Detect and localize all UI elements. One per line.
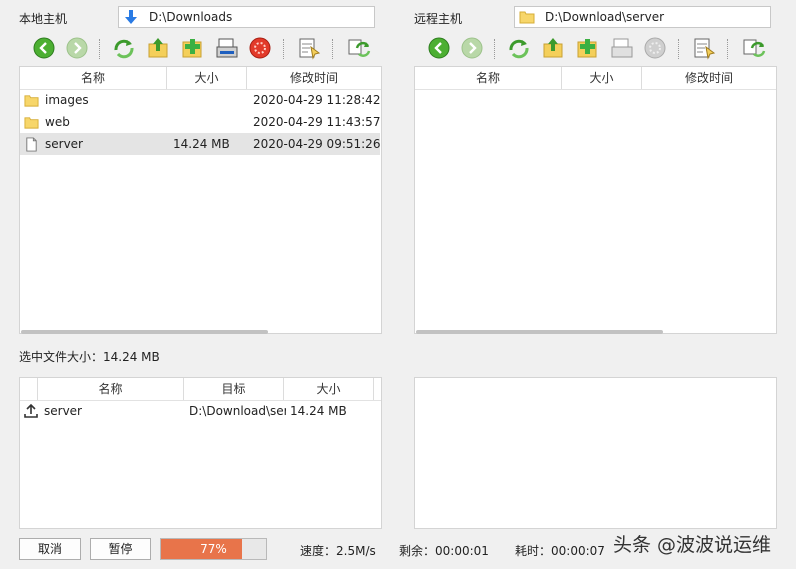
cancel-button[interactable]: 取消: [19, 538, 81, 560]
toolbar-separator: [678, 39, 680, 59]
queue-item-target: D:\Download\ser: [189, 404, 286, 418]
up-folder-icon[interactable]: [541, 36, 565, 60]
back-icon[interactable]: [427, 36, 451, 60]
queue-list-header: 名称 目标 大小: [20, 378, 381, 401]
refresh-icon[interactable]: [507, 36, 531, 60]
toolbar-separator: [494, 39, 496, 59]
column-header-size[interactable]: 大小: [562, 67, 642, 89]
watermark-text: 头条 @波波说运维: [613, 534, 772, 556]
speed-status: 速度：2.5M/s: [300, 544, 376, 558]
file-size: 14.24 MB: [173, 137, 230, 151]
local-path-input[interactable]: D:\Downloads: [118, 6, 375, 28]
back-icon[interactable]: [32, 36, 56, 60]
queue-item-size: 14.24 MB: [290, 404, 347, 418]
local-horizontal-scrollbar[interactable]: [21, 330, 268, 334]
toolbar-separator: [99, 39, 101, 59]
remote-horizontal-scrollbar[interactable]: [416, 330, 663, 334]
column-header-name[interactable]: 名称: [38, 378, 184, 400]
properties-icon[interactable]: [692, 36, 716, 60]
local-path-text: D:\Downloads: [149, 10, 233, 24]
remote-toolbar: [414, 36, 776, 62]
column-header-size[interactable]: 大小: [284, 378, 374, 400]
toolbar-separator: [332, 39, 334, 59]
folder-icon: [24, 93, 39, 108]
toolbar-separator: [727, 39, 729, 59]
new-folder-icon[interactable]: [180, 36, 204, 60]
sync-icon[interactable]: [347, 36, 371, 60]
file-mtime: 2020-04-29 09:51:26: [253, 137, 381, 151]
column-header-name[interactable]: 名称: [20, 67, 167, 89]
local-toolbar: [19, 36, 381, 62]
local-host-label: 本地主机: [19, 12, 68, 26]
up-folder-icon[interactable]: [146, 36, 170, 60]
column-header-size[interactable]: 大小: [167, 67, 247, 89]
file-mtime: 2020-04-29 11:43:57: [253, 115, 381, 129]
log-panel: [414, 377, 777, 529]
file-name: images: [45, 93, 89, 107]
forward-icon[interactable]: [460, 36, 484, 60]
folder-icon: [519, 9, 535, 25]
progress-text: 77%: [200, 542, 227, 556]
file-row-images[interactable]: images 2020-04-29 11:28:42: [20, 89, 381, 111]
forward-icon[interactable]: [65, 36, 89, 60]
remote-file-list[interactable]: 名称 大小 修改时间: [414, 66, 777, 334]
local-file-list[interactable]: 名称 大小 修改时间 images 2020-04-29 11:28:42 we…: [19, 66, 382, 334]
sync-icon[interactable]: [742, 36, 766, 60]
toolbar-separator: [283, 39, 285, 59]
column-header-name[interactable]: 名称: [415, 67, 562, 89]
column-header-mtime[interactable]: 修改时间: [642, 67, 776, 89]
remote-path-input[interactable]: D:\Download\server: [514, 6, 771, 28]
column-header-direction: [20, 378, 38, 400]
drive-icon[interactable]: [610, 36, 634, 60]
stop-icon[interactable]: [248, 36, 272, 60]
file-icon: [24, 137, 39, 152]
remote-host-label: 远程主机: [414, 12, 463, 26]
file-name: web: [45, 115, 70, 129]
transfer-queue-list[interactable]: 名称 目标 大小 server D:\Download\ser 14.24 MB: [19, 377, 382, 529]
properties-icon[interactable]: [297, 36, 321, 60]
new-folder-icon[interactable]: [575, 36, 599, 60]
queue-row[interactable]: server D:\Download\ser 14.24 MB: [20, 400, 381, 422]
download-arrow-icon: [123, 9, 139, 25]
remaining-status: 剩余：00:00:01: [399, 544, 489, 558]
selected-size-label: 选中文件大小：14.24 MB: [19, 350, 160, 364]
column-header-mtime[interactable]: 修改时间: [247, 67, 381, 89]
upload-icon: [23, 403, 39, 419]
file-mtime: 2020-04-29 11:28:42: [253, 93, 381, 107]
file-row-server[interactable]: server 14.24 MB 2020-04-29 09:51:26: [20, 133, 380, 155]
refresh-icon[interactable]: [112, 36, 136, 60]
remote-path-text: D:\Download\server: [545, 10, 665, 24]
remote-list-header: 名称 大小 修改时间: [415, 67, 776, 90]
drive-icon[interactable]: [215, 36, 239, 60]
queue-item-name: server: [44, 404, 82, 418]
transfer-progress-bar: 77%: [160, 538, 267, 560]
pause-button[interactable]: 暂停: [90, 538, 151, 560]
file-row-web[interactable]: web 2020-04-29 11:43:57: [20, 111, 381, 133]
folder-icon: [24, 115, 39, 130]
elapsed-status: 耗时：00:00:07: [515, 544, 605, 558]
file-name: server: [45, 137, 83, 151]
column-header-target[interactable]: 目标: [184, 378, 284, 400]
local-list-header: 名称 大小 修改时间: [20, 67, 381, 90]
stop-icon[interactable]: [643, 36, 667, 60]
